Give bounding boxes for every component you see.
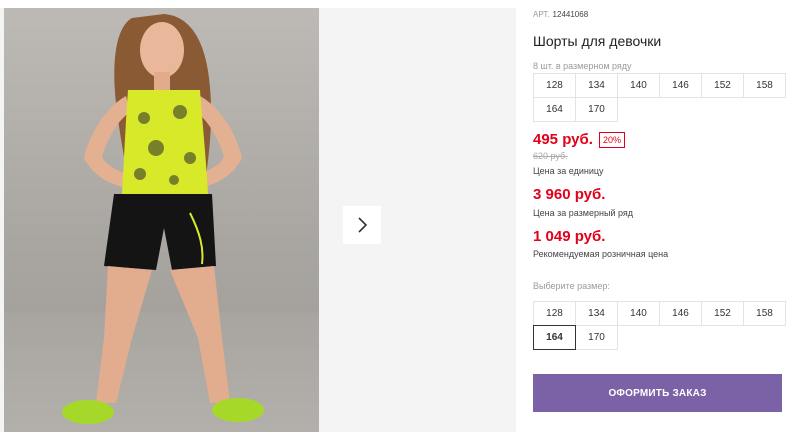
size-select-grid: 128 134 140 146 152 158 164 170 [533,301,787,350]
size-row-hint: 8 шт. в размерном ряду [533,61,632,71]
size-option[interactable]: 146 [659,301,702,326]
size-select-hint: Выберите размер: [533,281,610,291]
size-option[interactable]: 170 [575,325,618,350]
size-row-cell: 158 [743,73,786,98]
unit-price-label: Цена за единицу [533,166,604,176]
size-option[interactable]: 158 [743,301,786,326]
size-option[interactable]: 140 [617,301,660,326]
size-row-cell: 170 [575,97,618,122]
discount-badge: 20% [598,131,625,148]
size-row-price-label: Цена за размерный ряд [533,208,634,218]
chevron-right-icon [358,217,368,233]
article-number: АРТ. 12441068 [533,10,589,19]
size-row-cell: 134 [575,73,618,98]
size-row-cell: 152 [701,73,744,98]
size-row-cell: 128 [533,73,576,98]
product-title: Шорты для девочки [533,33,662,49]
price-row: 495 руб. 20% [533,131,625,148]
girl-illustration [62,14,264,424]
retail-price: 1 049 руб. [533,228,606,245]
next-image-button[interactable] [343,206,381,244]
size-option-selected[interactable]: 164 [533,325,576,350]
product-photo [4,8,319,432]
size-row-grid: 128 134 140 146 152 158 164 170 [533,73,787,122]
size-row-cell: 164 [533,97,576,122]
retail-price-label: Рекомендуемая розничная цена [533,249,669,259]
old-price: 620 руб. [533,151,568,161]
size-row-price: 3 960 руб. [533,186,606,203]
size-option[interactable]: 134 [575,301,618,326]
size-row-cell: 146 [659,73,702,98]
size-row-cell: 140 [617,73,660,98]
current-price: 495 руб. [533,131,593,148]
size-option[interactable]: 128 [533,301,576,326]
place-order-button[interactable]: ОФОРМИТЬ ЗАКАЗ [533,374,782,412]
size-option[interactable]: 152 [701,301,744,326]
product-gallery [0,8,516,432]
